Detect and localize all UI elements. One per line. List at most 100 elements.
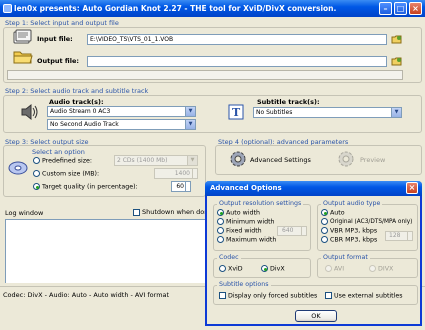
- audio-track1-select[interactable]: Audio Stream 0 AC3 ▼: [47, 106, 196, 117]
- progress-bar: [7, 70, 403, 80]
- advanced-options-dialog: Advanced Options × Output resolution set…: [205, 181, 422, 326]
- res-min-radio[interactable]: [217, 218, 224, 225]
- codec-xvid-radio[interactable]: [219, 265, 226, 272]
- predefined-size-option[interactable]: Predefined size:: [33, 157, 92, 166]
- custom-radio[interactable]: [33, 170, 40, 177]
- res-max-label: Maximum width: [226, 236, 277, 244]
- spinner-arrows[interactable]: [407, 232, 412, 240]
- gear-icon[interactable]: [229, 150, 247, 168]
- res-fixed-spinner[interactable]: 640: [277, 226, 307, 236]
- output-file-label: Output file:: [37, 57, 79, 65]
- codec-divx-label: DivX: [270, 265, 285, 273]
- shutdown-checkbox[interactable]: [133, 208, 140, 216]
- spinner-arrows[interactable]: [192, 169, 197, 178]
- subtitle-options-title: Subtitle options: [217, 281, 271, 289]
- res-auto-option[interactable]: Auto width: [217, 209, 260, 218]
- input-file-icon: [13, 29, 33, 45]
- audio-cbr-label: CBR MP3, kbps: [330, 236, 378, 244]
- preview-button[interactable]: Preview: [360, 156, 385, 164]
- input-file-field[interactable]: E:\VIDEO_TS\VTS_01_1.VOB: [87, 34, 387, 45]
- chevron-down-icon[interactable]: ▼: [185, 120, 195, 129]
- chevron-down-icon[interactable]: ▼: [187, 156, 197, 165]
- res-auto-radio[interactable]: [217, 209, 224, 216]
- audio-original-option[interactable]: Original (AC3/DTS/MPA only): [321, 218, 412, 226]
- chevron-down-icon[interactable]: ▼: [185, 107, 195, 116]
- spinner-arrows[interactable]: [185, 182, 190, 191]
- custom-size-spinner[interactable]: 1400: [154, 168, 198, 179]
- forced-subs-label: Display only forced subtitles: [228, 292, 318, 300]
- format-avi-option[interactable]: AVI: [325, 265, 344, 274]
- window-title: len0x presents: Auto Gordian Knot 2.27 -…: [14, 4, 337, 13]
- target-quality-value: 60: [176, 183, 184, 190]
- output-file-field[interactable]: [87, 56, 387, 67]
- log-window[interactable]: [5, 219, 207, 283]
- res-fixed-option[interactable]: Fixed width: [217, 227, 262, 236]
- audio-auto-radio[interactable]: [321, 209, 328, 216]
- codec-title: Codec: [217, 254, 241, 262]
- custom-size-value: 1400: [174, 170, 190, 177]
- svg-text:T: T: [232, 106, 241, 119]
- res-max-option[interactable]: Maximum width: [217, 236, 276, 245]
- advanced-settings-button[interactable]: Advanced Settings: [250, 156, 311, 164]
- audio-track2-value: No Second Audio Track: [50, 121, 119, 128]
- custom-size-option[interactable]: Custom size (MB):: [33, 170, 99, 179]
- dialog-title-bar[interactable]: Advanced Options: [205, 181, 422, 196]
- target-label: Target quality (in percentage):: [42, 183, 138, 191]
- maximize-button[interactable]: □: [394, 2, 407, 15]
- app-icon: [3, 4, 12, 13]
- browse-input-icon[interactable]: [391, 33, 402, 45]
- audio-cbr-radio[interactable]: [321, 236, 328, 243]
- audio-original-radio[interactable]: [321, 218, 328, 225]
- target-quality-option[interactable]: Target quality (in percentage):: [33, 183, 138, 192]
- minimize-button[interactable]: –: [379, 2, 392, 15]
- option-title: Select an option: [32, 148, 85, 156]
- chevron-down-icon[interactable]: ▼: [391, 108, 401, 117]
- shutdown-option[interactable]: Shutdown when done: [133, 208, 212, 216]
- step2-heading: Step 2: Select audio track and subtitle …: [5, 87, 149, 95]
- format-avi-radio[interactable]: [325, 265, 332, 272]
- step1-heading: Step 1: Select input and output file: [5, 19, 119, 27]
- preview-icon[interactable]: [337, 150, 355, 168]
- res-fixed-radio[interactable]: [217, 227, 224, 234]
- audio-kbps-value: 128: [389, 232, 401, 239]
- forced-subs-option[interactable]: Display only forced subtitles: [219, 292, 317, 301]
- ok-button[interactable]: OK: [295, 310, 337, 322]
- audio-auto-option[interactable]: Auto: [321, 209, 345, 218]
- custom-label: Custom size (MB):: [42, 170, 100, 178]
- predefined-size-value: 2 CDs (1400 Mb): [117, 157, 168, 164]
- codec-xvid-label: XviD: [228, 265, 243, 273]
- audio-auto-label: Auto: [330, 209, 345, 217]
- format-divx-option[interactable]: DIVX: [369, 265, 393, 274]
- subtitle-select[interactable]: No Subtitles ▼: [253, 107, 402, 118]
- audio-track2-select[interactable]: No Second Audio Track ▼: [47, 119, 196, 130]
- codec-xvid-option[interactable]: XviD: [219, 265, 243, 274]
- res-auto-label: Auto width: [226, 209, 260, 217]
- codec-divx-radio[interactable]: [261, 265, 268, 272]
- audio-track1-value: Audio Stream 0 AC3: [50, 108, 111, 115]
- external-subs-checkbox[interactable]: [325, 292, 332, 299]
- title-bar[interactable]: len0x presents: Auto Gordian Knot 2.27 -…: [0, 0, 425, 17]
- dialog-title: Advanced Options: [210, 184, 282, 192]
- forced-subs-checkbox[interactable]: [219, 292, 226, 299]
- target-quality-spinner[interactable]: 60: [171, 181, 191, 192]
- dialog-close-button[interactable]: ×: [406, 182, 418, 194]
- spinner-arrows[interactable]: [301, 227, 306, 235]
- predefined-radio[interactable]: [33, 157, 40, 164]
- audio-vbr-option[interactable]: VBR MP3, kbps: [321, 227, 377, 236]
- audio-cbr-option[interactable]: CBR MP3, kbps: [321, 236, 377, 245]
- external-subs-option[interactable]: Use external subtitles: [325, 292, 403, 301]
- target-radio[interactable]: [33, 183, 40, 190]
- audio-tracks-label: Audio track(s):: [49, 98, 104, 106]
- subtitle-value: No Subtitles: [256, 109, 293, 116]
- log-window-title: Log window: [5, 209, 44, 217]
- audio-vbr-radio[interactable]: [321, 227, 328, 234]
- audio-original-label: Original (AC3/DTS/MPA only): [330, 219, 413, 225]
- browse-output-icon[interactable]: [391, 55, 402, 67]
- res-min-option[interactable]: Minimum width: [217, 218, 275, 227]
- close-button[interactable]: ×: [409, 2, 422, 15]
- audio-kbps-spinner[interactable]: 128: [385, 231, 413, 241]
- res-max-radio[interactable]: [217, 236, 224, 243]
- format-divx-radio[interactable]: [369, 265, 376, 272]
- codec-divx-option[interactable]: DivX: [261, 265, 285, 274]
- predefined-size-select[interactable]: 2 CDs (1400 Mb) ▼: [114, 155, 198, 166]
